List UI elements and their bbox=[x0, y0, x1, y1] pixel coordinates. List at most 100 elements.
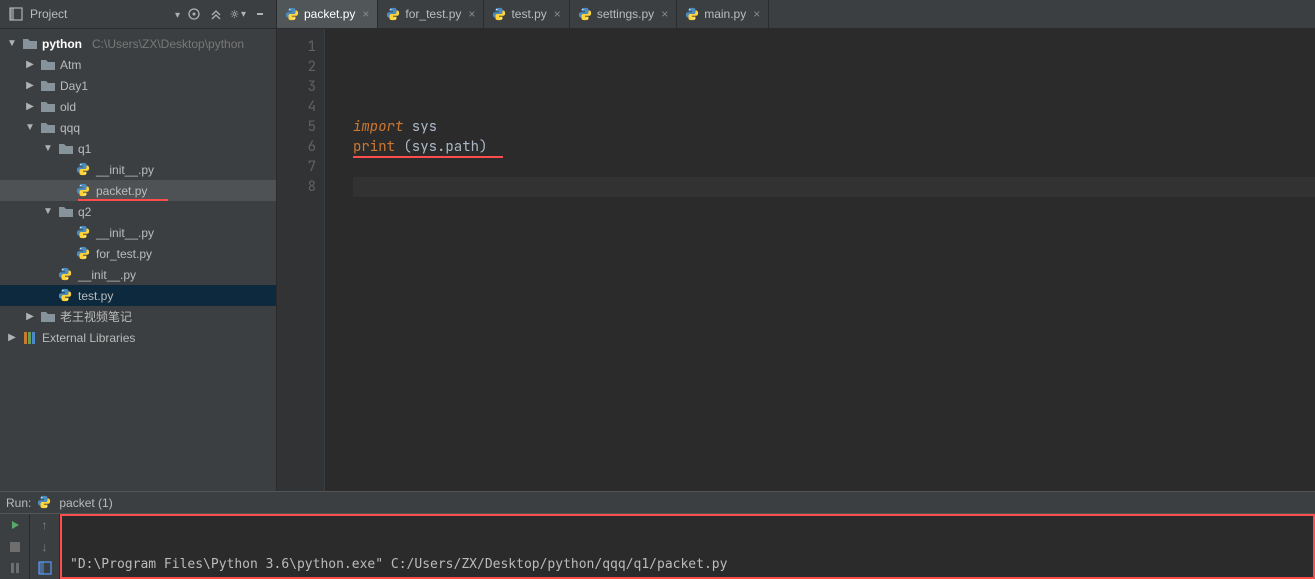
chevron-right-icon[interactable] bbox=[24, 80, 36, 91]
line-number: 6 bbox=[277, 137, 316, 157]
python-icon bbox=[76, 225, 92, 241]
line-number: 2 bbox=[277, 57, 316, 77]
locate-icon[interactable] bbox=[186, 6, 202, 22]
item-label: old bbox=[60, 100, 76, 114]
run-actions-right: ↑ ↓ bbox=[30, 514, 60, 579]
folder-item[interactable]: Atm bbox=[0, 54, 276, 75]
main-area: python C:\Users\ZX\Desktop\python Atm Day… bbox=[0, 29, 1315, 491]
tab-label: for_test.py bbox=[405, 7, 461, 21]
layout-icon[interactable] bbox=[30, 557, 59, 579]
run-label: Run: bbox=[6, 496, 31, 510]
chevron-right-icon[interactable] bbox=[6, 332, 18, 343]
python-icon bbox=[386, 7, 400, 21]
gear-icon[interactable] bbox=[230, 6, 246, 22]
item-label: __init__.py bbox=[96, 163, 154, 177]
line-number: 5 bbox=[277, 117, 316, 137]
file-item[interactable]: for_test.py bbox=[0, 243, 276, 264]
project-toolwindow-header: Project bbox=[0, 0, 277, 28]
item-label: __init__.py bbox=[96, 226, 154, 240]
python-icon bbox=[58, 288, 74, 304]
project-title: Project bbox=[30, 7, 167, 21]
code-line[interactable] bbox=[353, 177, 1315, 197]
folder-item[interactable]: qqq bbox=[0, 117, 276, 138]
python-icon bbox=[685, 7, 699, 21]
item-label: packet.py bbox=[96, 184, 147, 198]
stop-icon[interactable] bbox=[0, 536, 29, 558]
close-icon[interactable]: × bbox=[661, 7, 668, 21]
editor-tab[interactable]: packet.py × bbox=[277, 0, 378, 28]
folder-item[interactable]: q1 bbox=[0, 138, 276, 159]
folder-icon bbox=[40, 99, 56, 115]
item-label: test.py bbox=[78, 289, 113, 303]
close-icon[interactable]: × bbox=[468, 7, 475, 21]
code-line[interactable] bbox=[353, 37, 1315, 57]
chevron-right-icon[interactable] bbox=[24, 311, 36, 322]
code-line[interactable] bbox=[353, 57, 1315, 77]
code-line[interactable] bbox=[353, 157, 1315, 177]
code-line[interactable] bbox=[353, 77, 1315, 97]
python-icon bbox=[492, 7, 506, 21]
close-icon[interactable]: × bbox=[554, 7, 561, 21]
down-icon[interactable]: ↓ bbox=[30, 536, 59, 558]
tab-label: test.py bbox=[511, 7, 546, 21]
editor-tab[interactable]: test.py × bbox=[484, 0, 569, 28]
editor-tab[interactable]: for_test.py × bbox=[378, 0, 484, 28]
run-actions-left bbox=[0, 514, 30, 579]
code-area[interactable]: import sysprint (sys.path) bbox=[325, 29, 1315, 491]
tab-label: packet.py bbox=[304, 7, 355, 21]
line-number: 4 bbox=[277, 97, 316, 117]
close-icon[interactable]: × bbox=[362, 7, 369, 21]
editor-tab[interactable]: settings.py × bbox=[570, 0, 677, 28]
chevron-down-icon[interactable] bbox=[42, 143, 54, 154]
item-label: q1 bbox=[78, 142, 91, 156]
item-label: 老王视频笔记 bbox=[60, 308, 132, 325]
folder-icon bbox=[40, 78, 56, 94]
folder-item[interactable]: 老王视频笔记 bbox=[0, 306, 276, 327]
item-label: qqq bbox=[60, 121, 80, 135]
python-icon bbox=[58, 267, 74, 283]
python-icon bbox=[76, 246, 92, 262]
folder-item[interactable]: Day1 bbox=[0, 75, 276, 96]
project-view-dropdown[interactable] bbox=[173, 7, 180, 21]
editor-tab[interactable]: main.py × bbox=[677, 0, 769, 28]
editor-tabs: packet.py×for_test.py×test.py×settings.p… bbox=[277, 0, 769, 28]
folder-item[interactable]: old bbox=[0, 96, 276, 117]
project-root[interactable]: python C:\Users\ZX\Desktop\python bbox=[0, 33, 276, 54]
item-label: Atm bbox=[60, 58, 81, 72]
hide-icon[interactable] bbox=[252, 6, 268, 22]
run-toolwindow-header: Run: packet (1) bbox=[0, 491, 1315, 513]
chevron-right-icon[interactable] bbox=[24, 59, 36, 70]
folder-icon bbox=[40, 120, 56, 136]
pause-icon[interactable] bbox=[0, 557, 29, 579]
file-item[interactable]: __init__.py bbox=[0, 264, 276, 285]
close-icon[interactable]: × bbox=[753, 7, 760, 21]
item-label: __init__.py bbox=[78, 268, 136, 282]
code-editor[interactable]: 12345678 import sysprint (sys.path) bbox=[277, 29, 1315, 491]
tab-label: settings.py bbox=[597, 7, 654, 21]
project-tree[interactable]: python C:\Users\ZX\Desktop\python Atm Day… bbox=[0, 29, 277, 491]
chevron-down-icon[interactable] bbox=[42, 206, 54, 217]
rerun-icon[interactable] bbox=[0, 514, 29, 536]
file-item[interactable]: packet.py bbox=[0, 180, 276, 201]
python-icon bbox=[37, 495, 53, 511]
console-output[interactable]: "D:\Program Files\Python 3.6\python.exe"… bbox=[60, 514, 1315, 579]
chevron-down-icon[interactable] bbox=[24, 122, 36, 133]
code-line[interactable]: import sys bbox=[353, 117, 1315, 137]
file-item[interactable]: test.py bbox=[0, 285, 276, 306]
highlight-underline bbox=[353, 156, 503, 158]
line-gutter: 12345678 bbox=[277, 29, 325, 491]
folder-icon bbox=[40, 309, 56, 325]
folder-item[interactable]: q2 bbox=[0, 201, 276, 222]
up-icon[interactable]: ↑ bbox=[30, 514, 59, 536]
chevron-right-icon[interactable] bbox=[24, 101, 36, 112]
chevron-down-icon[interactable] bbox=[6, 38, 18, 49]
file-item[interactable]: __init__.py bbox=[0, 222, 276, 243]
code-line[interactable] bbox=[353, 97, 1315, 117]
library-icon bbox=[22, 330, 38, 346]
external-libraries[interactable]: External Libraries bbox=[0, 327, 276, 348]
code-line[interactable]: print (sys.path) bbox=[353, 137, 1315, 157]
tab-label: main.py bbox=[704, 7, 746, 21]
file-item[interactable]: __init__.py bbox=[0, 159, 276, 180]
project-icon bbox=[8, 6, 24, 22]
collapse-all-icon[interactable] bbox=[208, 6, 224, 22]
